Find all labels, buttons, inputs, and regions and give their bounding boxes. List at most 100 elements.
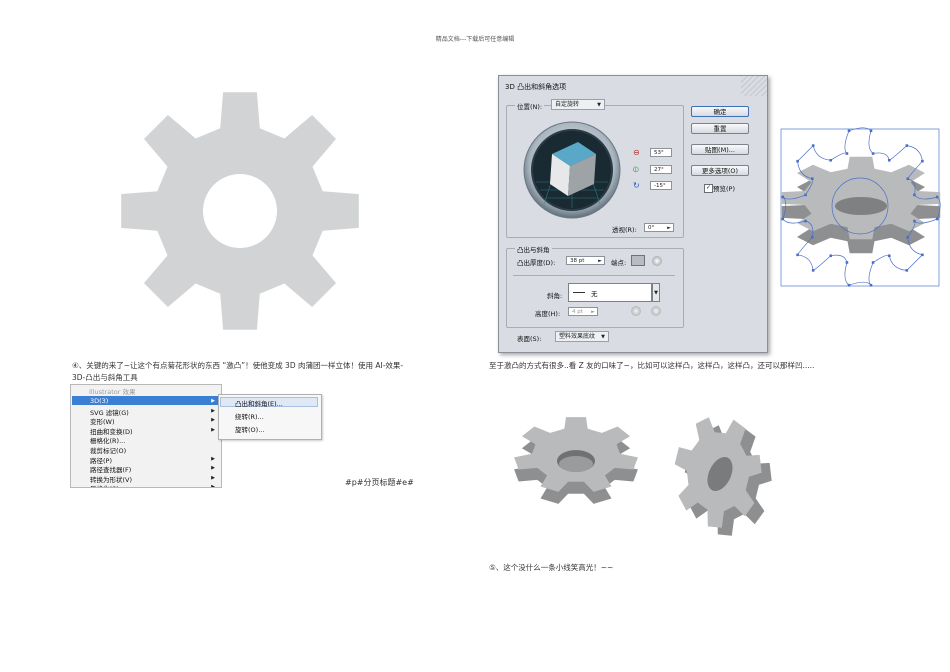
menu-item[interactable]: 3D(3) — [90, 397, 108, 405]
rotate-y-field[interactable]: 27° — [650, 165, 672, 174]
effects-menu: Illustrator 效果 3D(3) ▶ SVG 滤镜(G) ▶ 变形(W) ▶ 扭曲和… — [70, 384, 222, 488]
dialog-title: 3D 凸出和斜角选项 — [505, 83, 567, 91]
submenu-item-rotate[interactable]: 旋转(O)... — [235, 424, 264, 434]
menu-item[interactable]: 路径(P) — [90, 455, 112, 465]
bevel-in-icon[interactable] — [651, 306, 661, 316]
anchor-point — [845, 152, 849, 155]
surface-label: 表面(S): — [517, 335, 542, 343]
dialog-grip — [741, 76, 767, 96]
arrow-right-icon: ► — [591, 309, 595, 315]
map-art-button[interactable]: 贴图(M)... — [691, 144, 749, 155]
rotate-z-field[interactable]: -15° — [650, 181, 672, 190]
anchor-point — [810, 177, 814, 181]
extrude-depth-label: 凸出厚度(D): — [517, 259, 556, 267]
preview-checkbox[interactable]: ✓ — [704, 184, 713, 193]
anchor-point — [905, 144, 909, 147]
rotate-x-field[interactable]: 53° — [650, 148, 672, 157]
anchor-point — [829, 254, 833, 258]
left-caption-line2: 3D-凸出与斜角工具 — [72, 373, 138, 382]
menu-item[interactable]: 变形(W) — [90, 416, 115, 426]
anchor-point — [804, 219, 807, 223]
surface-value: 塑料效果底纹 — [559, 333, 596, 340]
arrow-right-icon: ► — [667, 225, 671, 231]
position-label: 位置(N): — [515, 101, 545, 111]
flat-gear-illustration — [121, 92, 359, 330]
submenu-arrow-icon: ▶ — [211, 474, 215, 481]
menu-item[interactable]: 风格化(S) — [90, 483, 119, 487]
gear-hole-inner — [835, 197, 887, 215]
bevel-value: 无 — [591, 290, 598, 298]
right-caption: 至于激凸的方式有很多..看 Z 友的口味了~，比如可以这样凸，这样凸，这样凸，还… — [489, 361, 815, 370]
anchor-point — [811, 269, 815, 272]
anchor-point — [913, 193, 916, 197]
ok-button[interactable]: 确定 — [691, 106, 749, 117]
submenu-arrow-icon: ▶ — [211, 426, 215, 433]
perspective-field[interactable]: 0° ► — [644, 223, 674, 232]
bevel-dropdown[interactable]: 无 — [568, 283, 652, 302]
anchor-point — [887, 254, 891, 258]
submenu-arrow-icon: ▶ — [211, 455, 215, 462]
bottom-caption: ⑤、这个没什么一条小线笑高光！~~ — [489, 563, 614, 572]
height-label: 高度(H): — [535, 310, 561, 318]
gear-hole — [203, 174, 277, 248]
document-header: 精品文档---下载后可任意编辑 — [435, 36, 515, 43]
menu-item[interactable]: 裁剪标记(O) — [90, 445, 126, 455]
submenu-arrow-icon: ▶ — [211, 484, 215, 488]
perspective-value: 0° — [648, 225, 655, 231]
extrude-depth-field[interactable]: 38 pt ► — [566, 256, 605, 265]
menu-item[interactable]: SVG 滤镜(G) — [90, 407, 129, 417]
surface-dropdown[interactable]: 塑料效果底纹 ▼ — [555, 331, 609, 342]
submenu-arrow-icon: ▶ — [211, 398, 215, 404]
anchor-point — [847, 129, 851, 133]
anchor-point — [845, 261, 849, 264]
anchor-point — [871, 261, 875, 264]
extrude-depth-value: 38 pt — [570, 258, 585, 264]
anchor-point — [781, 217, 785, 221]
page-marker: #p#分页标题#e# — [345, 478, 414, 487]
position-dropdown[interactable]: 自定旋转 ▼ — [551, 99, 605, 110]
x-axis-rotate-icon: ⊖ — [633, 148, 640, 157]
menu-item[interactable]: 转换为形状(V) — [90, 474, 132, 484]
3d-gear-selected-illustration — [780, 127, 941, 287]
more-options-button[interactable]: 更多选项(O) — [691, 165, 749, 176]
anchor-point — [781, 195, 785, 199]
anchor-point — [935, 217, 939, 221]
anchor-point — [887, 158, 891, 162]
submenu-arrow-icon: ▶ — [211, 407, 215, 414]
menu-item[interactable]: 栅格化(R)... — [90, 435, 125, 445]
submenu-item-revolve[interactable]: 绕转(R)... — [235, 411, 264, 421]
bevel-out-icon[interactable] — [631, 306, 641, 316]
cap-off-button[interactable] — [652, 256, 662, 266]
submenu-item-extrude[interactable]: 凸出和斜角(E)... — [235, 398, 283, 408]
anchor-point — [810, 235, 814, 239]
anchor-point — [921, 253, 924, 257]
cap-on-button[interactable] — [631, 255, 645, 266]
height-field[interactable]: 4 pt ► — [568, 307, 598, 316]
anchor-point — [906, 177, 910, 181]
anchor-point — [905, 269, 909, 272]
track-cube[interactable] — [522, 120, 622, 220]
perspective-label: 透视(R): — [612, 226, 637, 234]
anchor-point — [804, 193, 807, 197]
y-axis-rotate-icon: ⦶ — [633, 165, 639, 174]
3d-extrude-dialog: 3D 凸出和斜角选项 位置(N): 自定旋转 ▼ ⊖ 53° ⦶ 27° ↻ -… — [498, 75, 768, 353]
submenu-arrow-icon: ▶ — [211, 417, 215, 424]
gear-hole-inner — [559, 456, 593, 472]
menu-header: Illustrator 效果 — [89, 388, 136, 396]
3d-gear-illustration-1 — [514, 417, 638, 504]
bevel-dropdown-chevron-icon[interactable]: ▼ — [652, 283, 660, 302]
bevel-label: 斜角: — [547, 292, 563, 300]
menu-item[interactable]: 扭曲和变换(D) — [90, 426, 133, 436]
submenu-arrow-icon: ▶ — [211, 465, 215, 472]
anchor-point — [796, 159, 799, 163]
preview-label: 预览(P) — [713, 185, 735, 193]
3d-gear-illustration-2 — [674, 417, 772, 536]
menu-item[interactable]: 路径查找器(F) — [90, 464, 131, 474]
anchor-point — [921, 159, 924, 163]
anchor-point — [913, 219, 916, 223]
left-caption-line1: ④、关键的来了~让这个有点菊花形状的东西 “激凸”！使他变成 3D 肉蒲团一样立… — [72, 361, 404, 370]
anchor-point — [906, 235, 910, 239]
reset-button[interactable]: 重置 — [691, 123, 749, 134]
anchor-point — [811, 144, 815, 147]
arrow-right-icon: ► — [598, 258, 602, 264]
